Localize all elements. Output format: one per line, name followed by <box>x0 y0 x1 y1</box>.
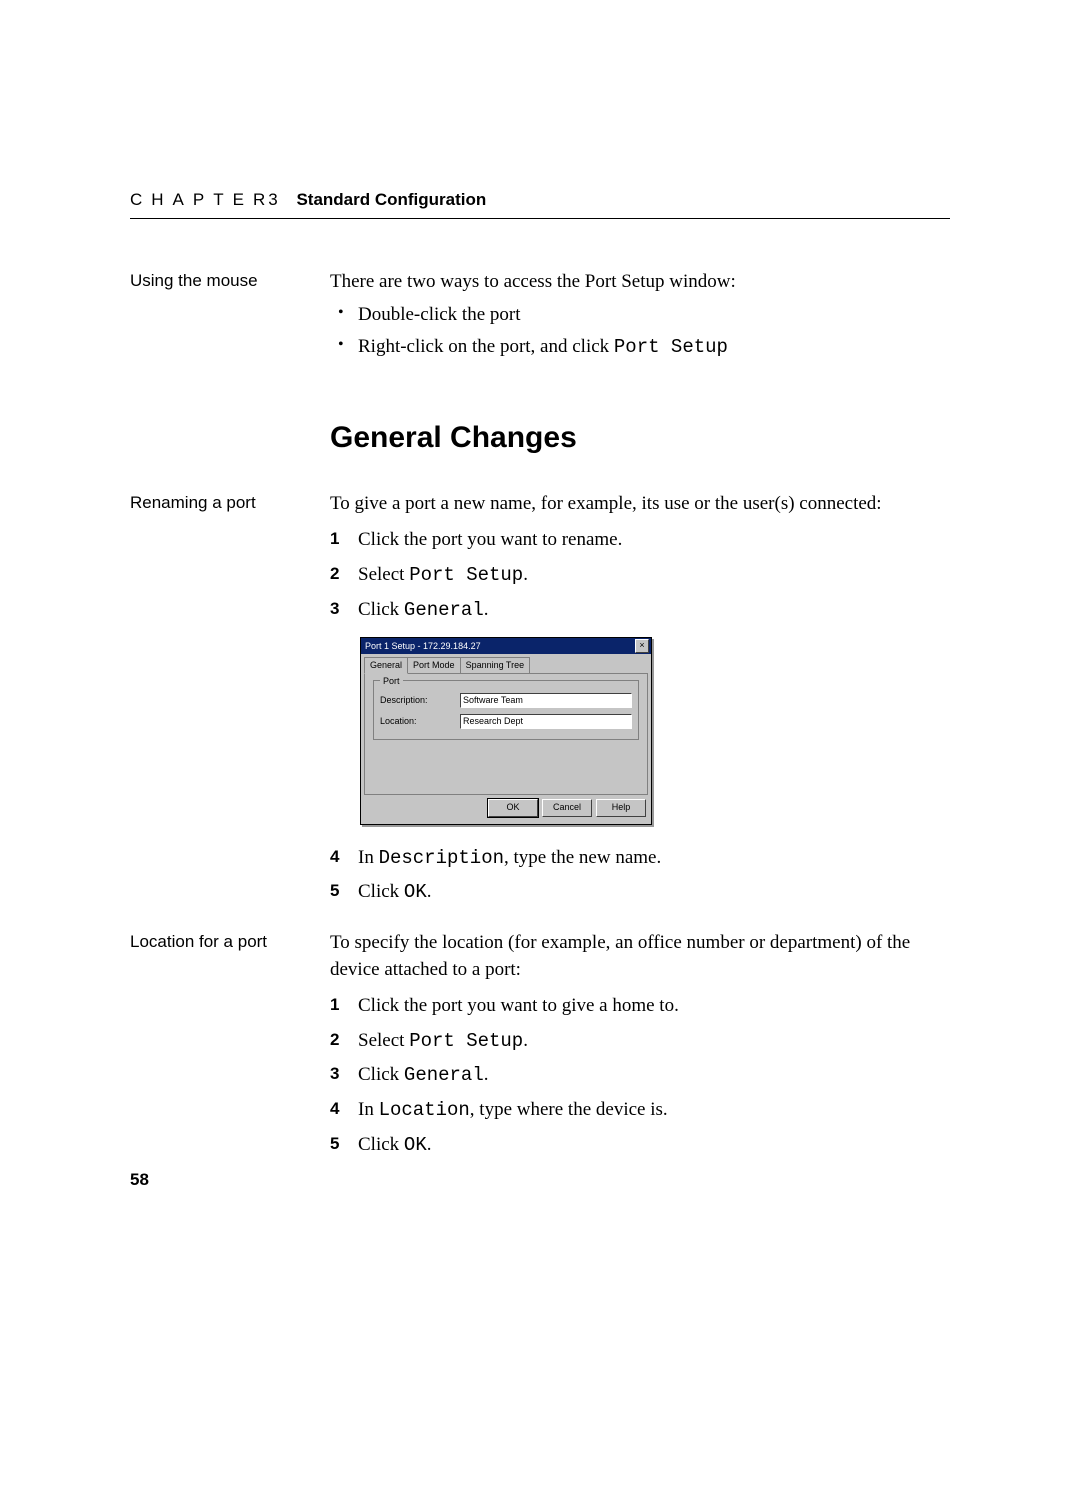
description-input[interactable]: Software Team <box>460 693 632 708</box>
dialog-screenshot: Port 1 Setup - 172.29.184.27 × General P… <box>360 637 950 825</box>
dialog-tabs: General Port Mode Spanning Tree <box>364 657 648 674</box>
step-item: 3Click General. <box>330 1062 950 1089</box>
chapter-number: 3 <box>268 190 277 209</box>
step-item: 4In Location, type where the device is. <box>330 1097 950 1124</box>
body-using-mouse: There are two ways to access the Port Se… <box>330 269 950 367</box>
step-item: 5Click OK. <box>330 879 950 906</box>
step-item: 4In Description, type the new name. <box>330 845 950 872</box>
step-item: 5Click OK. <box>330 1132 950 1159</box>
port-group: Port Description: Software Team Location… <box>373 680 639 740</box>
description-label: Description: <box>380 694 460 707</box>
tab-general[interactable]: General <box>364 657 408 674</box>
intro-text: There are two ways to access the Port Se… <box>330 269 950 296</box>
margin-note-using-mouse: Using the mouse <box>130 269 330 291</box>
step-item: 3Click General. <box>330 597 950 624</box>
bullet-list: Double-click the port Right-click on the… <box>330 302 950 361</box>
intro-text: To specify the location (for example, an… <box>330 930 950 983</box>
steps-list: 1Click the port you want to give a home … <box>330 993 950 1158</box>
group-title: Port <box>380 675 403 688</box>
bullet-item: Double-click the port <box>330 302 950 329</box>
margin-note-location: Location for a port <box>130 930 330 952</box>
body-renaming: To give a port a new name, for example, … <box>330 491 950 914</box>
margin-note-renaming: Renaming a port <box>130 491 330 513</box>
page-content: CHAPTER3 Standard Configuration Using th… <box>130 190 950 1174</box>
steps-list-continued: 4In Description, type the new name. 5Cli… <box>330 845 950 906</box>
location-label: Location: <box>380 715 460 728</box>
cancel-button[interactable]: Cancel <box>542 799 592 817</box>
chapter-label: CHAPTER <box>130 190 274 209</box>
step-item: 1Click the port you want to rename. <box>330 527 950 554</box>
chapter-title: Standard Configuration <box>296 190 486 209</box>
running-head: CHAPTER3 Standard Configuration <box>130 190 950 219</box>
page-number: 58 <box>130 1170 149 1190</box>
step-item: 1Click the port you want to give a home … <box>330 993 950 1020</box>
intro-text: To give a port a new name, for example, … <box>330 491 950 518</box>
port-setup-dialog: Port 1 Setup - 172.29.184.27 × General P… <box>360 637 652 825</box>
steps-list: 1Click the port you want to rename. 2Sel… <box>330 527 950 623</box>
step-item: 2Select Port Setup. <box>330 1028 950 1055</box>
tab-spanning-tree[interactable]: Spanning Tree <box>460 657 531 673</box>
step-item: 2Select Port Setup. <box>330 562 950 589</box>
section-heading: General Changes <box>330 417 950 459</box>
location-input[interactable]: Research Dept <box>460 714 632 729</box>
body-location: To specify the location (for example, an… <box>330 930 950 1166</box>
dialog-title: Port 1 Setup - 172.29.184.27 <box>365 640 481 653</box>
dialog-buttons: OK Cancel Help <box>364 795 648 821</box>
help-button[interactable]: Help <box>596 799 646 817</box>
close-icon[interactable]: × <box>635 639 649 653</box>
bullet-item: Right-click on the port, and click Port … <box>330 334 950 361</box>
tab-port-mode[interactable]: Port Mode <box>407 657 461 673</box>
ok-button[interactable]: OK <box>488 799 538 817</box>
dialog-titlebar: Port 1 Setup - 172.29.184.27 × <box>361 638 651 654</box>
